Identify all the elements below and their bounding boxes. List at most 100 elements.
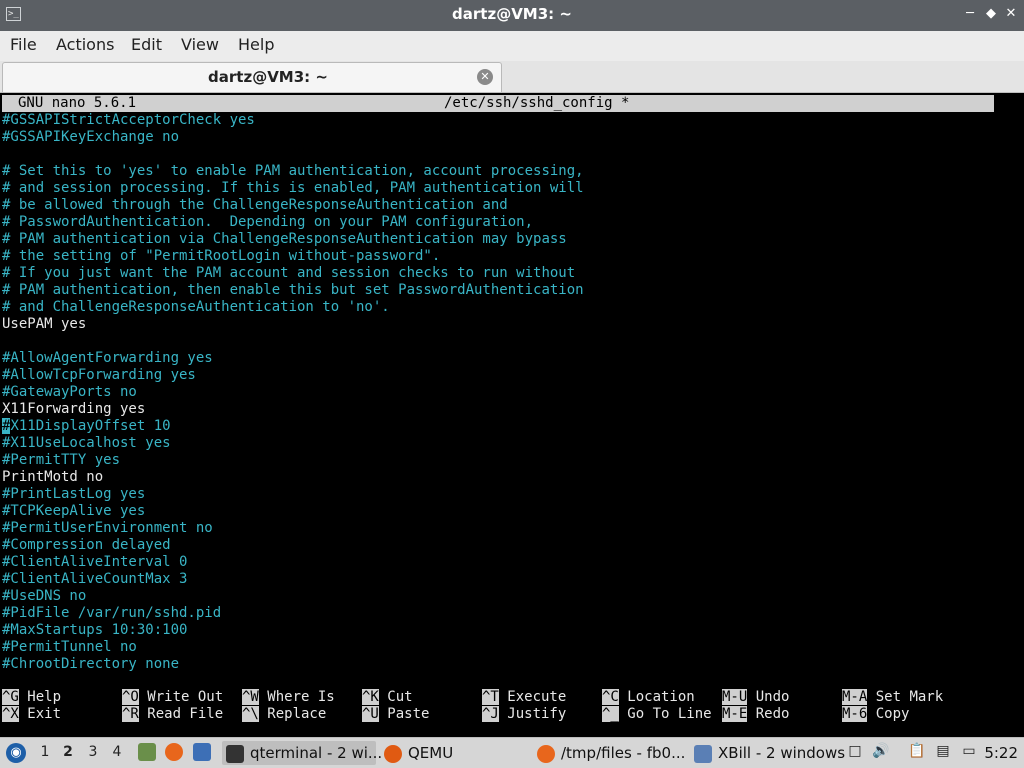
editor-line[interactable]: #ClientAliveCountMax 3 <box>2 571 584 588</box>
editor-line[interactable]: #PermitTTY yes <box>2 452 584 469</box>
taskbar-task[interactable]: /tmp/files - fb0... <box>533 741 689 765</box>
terminal-area[interactable]: GNU nano 5.6.1 /etc/ssh/sshd_config * #G… <box>0 93 1024 737</box>
shortcut-item: ^C Location <box>602 689 695 706</box>
shortcut-label: Write Out <box>138 689 224 705</box>
taskbar-task[interactable]: XBill - 2 windows <box>690 741 846 765</box>
editor-line[interactable]: X11Forwarding yes <box>2 401 584 418</box>
shortcut-label: Go To Line <box>618 706 712 722</box>
firefox-launcher-icon[interactable] <box>165 743 183 761</box>
shortcut-key: ^X <box>2 706 19 722</box>
shortcut-label: Execute <box>498 689 567 705</box>
editor-line[interactable]: #AllowAgentForwarding yes <box>2 350 584 367</box>
editor-line[interactable]: #PermitTunnel no <box>2 639 584 656</box>
taskbar-task-label: XBill - 2 windows <box>718 744 846 762</box>
editor-line[interactable]: # PasswordAuthentication. Depending on y… <box>2 214 584 231</box>
shortcut-item: ^G Help <box>2 689 61 706</box>
shortcut-item: ^W Where Is <box>242 689 335 706</box>
editor-line[interactable]: #Compression delayed <box>2 537 584 554</box>
taskbar-task-label: QEMU <box>408 744 454 762</box>
editor-line[interactable]: # PAM authentication, then enable this b… <box>2 282 584 299</box>
editor-line[interactable]: # and ChallengeResponseAuthentication to… <box>2 299 584 316</box>
firefox-icon <box>537 744 555 763</box>
desktop-2[interactable]: 2 <box>59 744 77 760</box>
editor-line[interactable]: #TCPKeepAlive yes <box>2 503 584 520</box>
shortcut-item: M-A Set Mark <box>842 689 943 706</box>
editor-line[interactable]: #GSSAPIKeyExchange no <box>2 129 584 146</box>
shortcut-key: ^C <box>602 689 619 705</box>
shortcut-label: Cut <box>378 689 413 705</box>
stop-icon[interactable]: □ <box>846 743 864 761</box>
editor-line[interactable]: #MaxStartups 10:30:100 <box>2 622 584 639</box>
shortcut-key: M-U <box>722 689 748 705</box>
editor-line[interactable]: # If you just want the PAM account and s… <box>2 265 584 282</box>
editor-line[interactable]: #GatewayPorts no <box>2 384 584 401</box>
shortcut-item: ^K Cut <box>362 689 413 706</box>
shortcut-key: ^_ <box>602 706 619 722</box>
menu-edit[interactable]: Edit <box>131 35 162 54</box>
editor-line[interactable]: # the setting of "PermitRootLogin withou… <box>2 248 584 265</box>
shortcut-key: ^J <box>482 706 499 722</box>
clipboard-icon[interactable]: 📋 <box>908 743 926 761</box>
editor-line[interactable]: # and session processing. If this is ena… <box>2 180 584 197</box>
editor-line[interactable]: # PAM authentication via ChallengeRespon… <box>2 231 584 248</box>
desktop-4[interactable]: 4 <box>108 744 126 760</box>
menu-view[interactable]: View <box>181 35 219 54</box>
editor-line[interactable]: #PidFile /var/run/sshd.pid <box>2 605 584 622</box>
editor-line[interactable]: PrintMotd no <box>2 469 584 486</box>
editor-line[interactable]: # be allowed through the ChallengeRespon… <box>2 197 584 214</box>
tab-close-icon[interactable]: ✕ <box>477 69 493 85</box>
clock: 5:22 <box>984 744 1018 762</box>
close-icon[interactable]: ✕ <box>1003 6 1019 22</box>
terminal-scrollbar[interactable] <box>994 93 1024 737</box>
taskbar-task-label: qterminal - 2 wi... <box>250 744 383 762</box>
shortcut-item: ^X Exit <box>2 706 61 723</box>
shortcut-label: Justify <box>498 706 567 722</box>
shortcut-item: ^T Execute <box>482 689 566 706</box>
shortcut-item: M-6 Copy <box>842 706 909 723</box>
qemu-icon <box>384 744 402 763</box>
shortcut-label: Read File <box>138 706 224 722</box>
editor-line[interactable]: #AllowTcpForwarding yes <box>2 367 584 384</box>
editor-line[interactable]: #ChrootDirectory none <box>2 656 584 673</box>
show-desktop-icon[interactable] <box>193 743 211 761</box>
terminal-tab[interactable]: dartz@VM3: ~ ✕ <box>2 62 502 92</box>
menu-help[interactable]: Help <box>238 35 274 54</box>
shortcut-key: ^G <box>2 689 19 705</box>
editor-line[interactable]: UsePAM yes <box>2 316 584 333</box>
editor-line[interactable]: #X11DisplayOffset 10 <box>2 418 584 435</box>
network-icon[interactable]: ▤ <box>934 743 952 761</box>
editor-line[interactable]: #ClientAliveInterval 0 <box>2 554 584 571</box>
shortcut-key: ^K <box>362 689 379 705</box>
battery-icon[interactable]: ▭ <box>960 743 978 761</box>
menu-actions[interactable]: Actions <box>56 35 114 54</box>
desktop-1[interactable]: 1 <box>36 744 54 760</box>
desktop-3[interactable]: 3 <box>84 744 102 760</box>
volume-icon[interactable]: 🔊 <box>872 743 890 761</box>
maximize-icon[interactable]: ◆ <box>983 6 999 22</box>
nano-version: GNU nano 5.6.1 <box>18 95 137 111</box>
shortcut-item: ^R Read File <box>122 706 223 723</box>
window-titlebar[interactable]: >_ dartz@VM3: ~ ─ ◆ ✕ <box>0 0 1024 31</box>
editor-line[interactable]: #PermitUserEnvironment no <box>2 520 584 537</box>
menu-file[interactable]: File <box>10 35 37 54</box>
editor-line[interactable] <box>2 333 584 350</box>
shortcut-key: ^R <box>122 706 139 722</box>
editor-line[interactable]: #X11UseLocalhost yes <box>2 435 584 452</box>
file-manager-icon[interactable] <box>138 743 156 761</box>
start-menu-icon[interactable]: ◉ <box>6 743 26 763</box>
minimize-icon[interactable]: ─ <box>962 6 978 22</box>
editor-line[interactable]: # Set this to 'yes' to enable PAM authen… <box>2 163 584 180</box>
taskbar-task[interactable]: qterminal - 2 wi... <box>222 741 382 765</box>
editor-line[interactable] <box>2 146 584 163</box>
taskbar-task[interactable]: QEMU <box>380 741 534 765</box>
editor-line[interactable]: #PrintLastLog yes <box>2 486 584 503</box>
shortcut-label: Redo <box>747 706 790 722</box>
shortcut-key: ^T <box>482 689 499 705</box>
editor-line-rest: X11DisplayOffset 10 <box>10 418 171 434</box>
editor-line[interactable]: #UseDNS no <box>2 588 584 605</box>
editor-text[interactable]: #GSSAPIStrictAcceptorCheck yes #GSSAPIKey… <box>2 112 584 673</box>
shortcut-label: Undo <box>747 689 790 705</box>
shortcut-item: ^_ Go To Line <box>602 706 712 723</box>
editor-line[interactable]: #GSSAPIStrictAcceptorCheck yes <box>2 112 584 129</box>
shortcut-item: ^\ Replace <box>242 706 326 723</box>
